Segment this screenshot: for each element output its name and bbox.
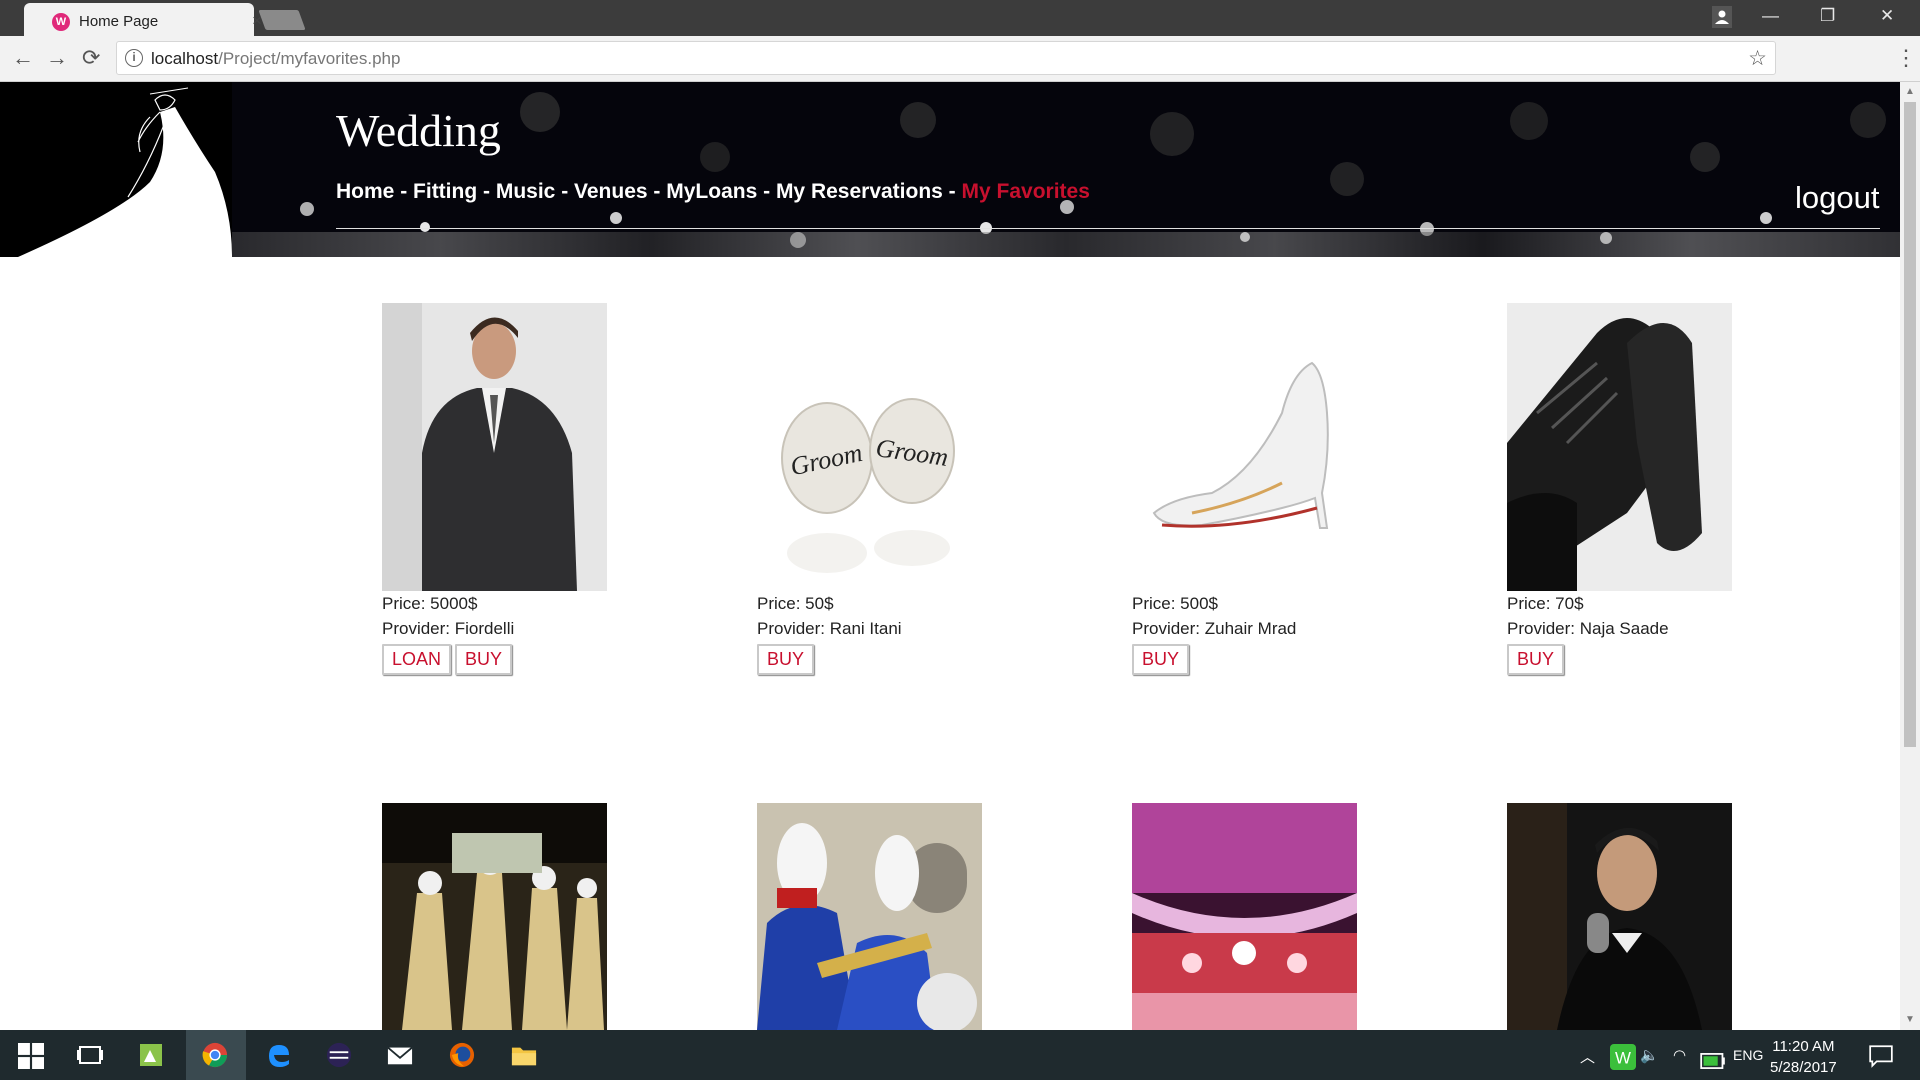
bookmark-star-icon[interactable]: ☆ bbox=[1748, 46, 1767, 71]
product-card bbox=[382, 803, 612, 1030]
nav-divider bbox=[336, 228, 1880, 229]
clock-time: 11:20 AM bbox=[1772, 1038, 1835, 1055]
product-card: Groom Groom Price: 50$ Provider: Rani It… bbox=[757, 303, 987, 675]
restore-button[interactable]: ❐ bbox=[1820, 6, 1835, 26]
venue-hall-image[interactable] bbox=[1132, 803, 1357, 1030]
white-heel-image[interactable] bbox=[1132, 303, 1357, 591]
buy-button[interactable]: BUY bbox=[1132, 644, 1190, 675]
nav-myloans[interactable]: MyLoans bbox=[666, 180, 757, 203]
site-header-banner: Wedding Home - Fitting - Music - Venues … bbox=[0, 82, 1900, 257]
scroll-down-arrow-icon[interactable]: ▼ bbox=[1905, 1014, 1915, 1025]
singer-image[interactable] bbox=[1507, 803, 1732, 1030]
back-arrow-icon[interactable]: ← bbox=[12, 45, 34, 71]
product-provider: Provider: Naja Saade bbox=[1507, 619, 1669, 638]
page-scrollbar[interactable]: ▲ ▼ bbox=[1900, 82, 1920, 1030]
reload-icon[interactable]: ⟳ bbox=[82, 45, 100, 71]
nav-venues[interactable]: Venues bbox=[574, 180, 648, 203]
product-card: Price: 500$ Provider: Zuhair Mrad BUY bbox=[1132, 303, 1362, 675]
notification-center-icon[interactable] bbox=[1868, 1043, 1894, 1069]
battery-icon[interactable] bbox=[1700, 1048, 1726, 1074]
tab-title: Home Page bbox=[79, 13, 159, 30]
system-clock[interactable]: 11:20 AM 5/28/2017 bbox=[1770, 1036, 1837, 1078]
product-price: Price: 70$ bbox=[1507, 594, 1584, 613]
eclipse-icon[interactable] bbox=[326, 1042, 352, 1068]
windows-taskbar: ︿ W 🔈 ◠ ENG 11:20 AM 5/28/2017 bbox=[0, 1030, 1920, 1080]
screen: W Home Page × — ❐ ✕ ← → ⟳ i localhost/Pr… bbox=[0, 0, 1920, 1080]
buy-button[interactable]: BUY bbox=[757, 644, 815, 675]
nav-my-reservations[interactable]: My Reservations bbox=[776, 180, 943, 203]
file-explorer-icon[interactable] bbox=[511, 1042, 537, 1068]
svg-text:W: W bbox=[1615, 1049, 1631, 1068]
minimize-button[interactable]: — bbox=[1762, 6, 1779, 26]
web-page: Wedding Home - Fitting - Music - Venues … bbox=[0, 82, 1900, 1030]
notepad-plus-icon[interactable] bbox=[138, 1042, 164, 1068]
forward-arrow-icon[interactable]: → bbox=[46, 45, 68, 71]
product-card bbox=[1132, 803, 1362, 1030]
site-info-icon[interactable]: i bbox=[125, 49, 143, 67]
product-card bbox=[1507, 803, 1737, 1030]
marching-band-image[interactable] bbox=[757, 803, 982, 1030]
loan-button[interactable]: LOAN bbox=[382, 644, 452, 675]
product-card: Price: 70$ Provider: Naja Saade BUY bbox=[1507, 303, 1737, 675]
product-price: Price: 5000$ bbox=[382, 594, 478, 613]
logout-link[interactable]: logout bbox=[1795, 180, 1879, 216]
product-price: Price: 50$ bbox=[757, 594, 834, 613]
nav-my-favorites[interactable]: My Favorites bbox=[962, 180, 1090, 203]
windows-start-icon[interactable] bbox=[18, 1043, 44, 1069]
groom-suit-image[interactable] bbox=[382, 303, 607, 591]
wamp-favicon-icon: W bbox=[52, 13, 70, 31]
browser-tabstrip: W Home Page × — ❐ ✕ bbox=[0, 0, 1920, 36]
black-shoes-image[interactable] bbox=[1507, 303, 1732, 591]
user-profile-icon[interactable] bbox=[1712, 6, 1732, 33]
product-card: Price: 5000$ Provider: Fiordelli LOAN BUY bbox=[382, 303, 612, 675]
address-bar[interactable]: i localhost/Project/myfavorites.php ☆ bbox=[116, 41, 1776, 75]
product-price: Price: 500$ bbox=[1132, 594, 1218, 613]
url-text[interactable]: localhost/Project/myfavorites.php bbox=[151, 49, 400, 69]
wamp-tray-icon[interactable]: W bbox=[1610, 1044, 1636, 1070]
language-indicator[interactable]: ENG bbox=[1733, 1047, 1763, 1063]
task-view-icon[interactable] bbox=[77, 1042, 103, 1068]
product-provider: Provider: Rani Itani bbox=[757, 619, 902, 638]
edge-icon[interactable] bbox=[265, 1042, 291, 1068]
close-window-button[interactable]: ✕ bbox=[1880, 6, 1894, 26]
buy-button[interactable]: BUY bbox=[455, 644, 513, 675]
scroll-thumb[interactable] bbox=[1904, 102, 1916, 747]
clock-date: 5/28/2017 bbox=[1770, 1059, 1837, 1076]
browser-toolbar: ← → ⟳ i localhost/Project/myfavorites.ph… bbox=[0, 36, 1920, 82]
zaffe-troupe-image[interactable] bbox=[382, 803, 607, 1030]
scroll-up-arrow-icon[interactable]: ▲ bbox=[1905, 86, 1915, 97]
main-nav: Home - Fitting - Music - Venues - MyLoan… bbox=[336, 180, 1090, 203]
new-tab-button[interactable] bbox=[258, 10, 306, 30]
buy-button[interactable]: BUY bbox=[1507, 644, 1565, 675]
chrome-icon[interactable] bbox=[202, 1042, 228, 1068]
browser-menu-icon[interactable]: ⋮ bbox=[1895, 45, 1917, 71]
product-provider: Provider: Zuhair Mrad bbox=[1132, 619, 1297, 638]
firefox-icon[interactable] bbox=[449, 1042, 475, 1068]
groom-cufflinks-image[interactable]: Groom Groom bbox=[757, 303, 982, 591]
nav-music[interactable]: Music bbox=[496, 180, 556, 203]
wifi-icon[interactable]: ◠ bbox=[1673, 1046, 1686, 1064]
browser-tab[interactable]: W Home Page × bbox=[24, 3, 262, 36]
bride-dress-logo bbox=[0, 82, 232, 257]
product-provider: Provider: Fiordelli bbox=[382, 619, 515, 638]
mail-icon[interactable] bbox=[387, 1042, 413, 1068]
tray-chevron-up-icon[interactable]: ︿ bbox=[1580, 1046, 1595, 1067]
volume-icon[interactable]: 🔈 bbox=[1640, 1046, 1659, 1064]
product-card bbox=[757, 803, 987, 1030]
nav-fitting[interactable]: Fitting bbox=[413, 180, 477, 203]
site-title: Wedding bbox=[336, 105, 501, 156]
nav-home[interactable]: Home bbox=[336, 180, 394, 203]
